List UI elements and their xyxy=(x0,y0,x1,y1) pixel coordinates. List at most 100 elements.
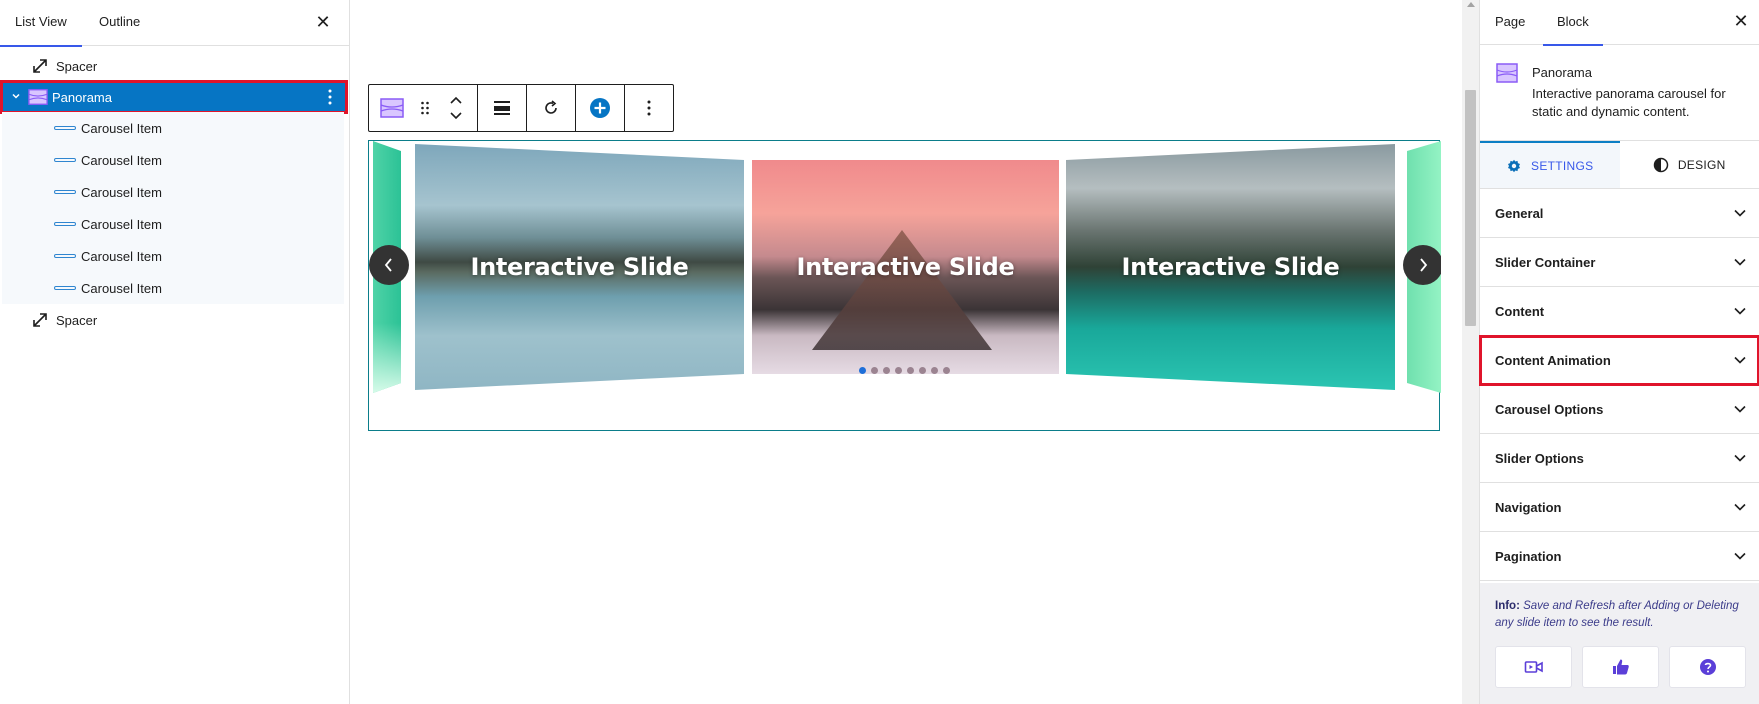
tab-settings[interactable]: SETTINGS xyxy=(1480,141,1620,188)
chevron-right-icon xyxy=(1420,258,1428,272)
carousel-item-icon xyxy=(54,126,76,130)
toolbar-group-refresh xyxy=(527,85,576,131)
panel-title: Slider Options xyxy=(1495,450,1584,466)
slide-title: Interactive Slide xyxy=(796,253,1015,281)
carousel-item-icon xyxy=(54,222,76,226)
carousel-item-icon xyxy=(54,254,76,258)
close-icon[interactable]: ✕ xyxy=(313,12,333,32)
chevron-down-icon xyxy=(1734,356,1746,364)
pagination-dot[interactable] xyxy=(859,367,866,374)
panel-slider-options[interactable]: Slider Options xyxy=(1480,434,1759,483)
list-item-carousel-item[interactable]: Carousel Item xyxy=(2,240,344,272)
panorama-block-icon xyxy=(1496,63,1518,83)
add-item-icon[interactable] xyxy=(576,85,624,131)
chevron-down-icon xyxy=(1734,503,1746,511)
more-options-icon[interactable] xyxy=(324,88,336,106)
panorama-block-icon[interactable] xyxy=(369,85,415,131)
list-item-spacer[interactable]: Spacer xyxy=(0,50,350,82)
panel-slider-container[interactable]: Slider Container xyxy=(1480,238,1759,287)
chevron-left-icon xyxy=(384,258,392,272)
tab-settings-label: SETTINGS xyxy=(1531,158,1594,173)
panel-title: Pagination xyxy=(1495,548,1562,564)
info-message: Save and Refresh after Adding or Deletin… xyxy=(1495,600,1739,629)
pagination-dot[interactable] xyxy=(883,367,890,374)
list-item-label: Spacer xyxy=(56,312,98,328)
list-item-label: Carousel Item xyxy=(81,184,162,200)
block-title: Panorama xyxy=(1532,65,1592,80)
list-item-carousel-item[interactable]: Carousel Item xyxy=(2,208,344,240)
carousel-item-icon xyxy=(54,286,76,290)
block-tree: Spacer Panorama Carousel Item Carousel I… xyxy=(0,50,350,336)
scroll-up-icon[interactable] xyxy=(1467,2,1475,7)
panel-navigation[interactable]: Navigation xyxy=(1480,483,1759,532)
pagination-dot[interactable] xyxy=(931,367,938,374)
carousel-item-icon xyxy=(54,190,76,194)
chevron-down-icon xyxy=(1734,405,1746,413)
chevron-down-icon xyxy=(1734,454,1746,462)
tab-page[interactable]: Page xyxy=(1495,0,1525,45)
tab-outline[interactable]: Outline xyxy=(99,0,140,46)
help-button[interactable] xyxy=(1669,646,1746,688)
toolbar-group-more xyxy=(625,85,673,131)
list-item-carousel-item[interactable]: Carousel Item xyxy=(2,176,344,208)
editor-canvas: Interactive Slide Interactive Slide Inte… xyxy=(350,0,1462,704)
panel-general[interactable]: General xyxy=(1480,189,1759,238)
panel-title: Content Animation xyxy=(1495,352,1611,368)
move-up-down-icon[interactable] xyxy=(435,85,477,131)
list-item-carousel-item[interactable]: Carousel Item xyxy=(2,144,344,176)
panel-title: Slider Container xyxy=(1495,254,1596,270)
panel-title: Content xyxy=(1495,303,1545,319)
list-item-label: Carousel Item xyxy=(81,280,162,296)
tab-design[interactable]: DESIGN xyxy=(1620,141,1759,188)
close-icon[interactable]: ✕ xyxy=(1731,11,1751,31)
panel-content[interactable]: Content xyxy=(1480,287,1759,336)
panel-content-animation[interactable]: Content Animation xyxy=(1479,335,1759,386)
drag-handle-icon[interactable] xyxy=(415,85,435,131)
pagination-dot[interactable] xyxy=(907,367,914,374)
scrollbar-thumb[interactable] xyxy=(1465,90,1476,326)
list-item-label: Panorama xyxy=(52,89,112,105)
list-item-label: Carousel Item xyxy=(81,152,162,168)
pagination-dot[interactable] xyxy=(943,367,950,374)
panel-title: General xyxy=(1495,205,1544,221)
panel-pagination[interactable]: Pagination xyxy=(1480,532,1759,581)
tab-list-view[interactable]: List View xyxy=(0,0,82,47)
prev-slide-button[interactable] xyxy=(369,245,409,285)
list-item-label: Carousel Item xyxy=(81,120,162,136)
tab-block[interactable]: Block xyxy=(1543,0,1603,46)
rate-plugin-button[interactable] xyxy=(1582,646,1659,688)
list-item-carousel-item[interactable]: Carousel Item xyxy=(2,112,344,144)
refresh-icon[interactable] xyxy=(527,85,575,131)
carousel-slide[interactable]: Interactive Slide xyxy=(415,144,744,390)
mountain-image xyxy=(812,230,992,350)
chevron-down-icon[interactable] xyxy=(8,91,24,104)
list-view-panel: List View Outline ✕ Spacer Panorama Caro… xyxy=(0,0,350,704)
video-tutorial-button[interactable] xyxy=(1495,646,1572,688)
panorama-block[interactable]: Interactive Slide Interactive Slide Inte… xyxy=(368,140,1441,431)
thumbs-up-icon xyxy=(1612,659,1629,675)
pagination-dot[interactable] xyxy=(895,367,902,374)
panel-title: Navigation xyxy=(1495,499,1562,515)
block-toolbar xyxy=(368,84,674,132)
next-slide-button[interactable] xyxy=(1403,245,1441,285)
list-item-panorama[interactable]: Panorama xyxy=(0,80,348,114)
list-item-carousel-item[interactable]: Carousel Item xyxy=(2,272,344,304)
sidebar-tabs: Page Block ✕ xyxy=(1480,0,1759,46)
carousel-slide[interactable]: Interactive Slide xyxy=(752,160,1059,374)
settings-sidebar: Page Block ✕ Panorama Interactive panora… xyxy=(1479,0,1759,704)
info-box: Info: Save and Refresh after Adding or D… xyxy=(1480,583,1759,704)
carousel-item-icon xyxy=(54,158,76,162)
panel-carousel-options[interactable]: Carousel Options xyxy=(1480,385,1759,434)
list-item-spacer[interactable]: Spacer xyxy=(0,304,350,336)
chevron-down-icon xyxy=(1734,307,1746,315)
align-icon[interactable] xyxy=(478,85,526,131)
canvas-scrollbar[interactable] xyxy=(1462,0,1479,704)
contrast-icon xyxy=(1653,157,1669,172)
slide-title: Interactive Slide xyxy=(1121,253,1340,281)
video-icon xyxy=(1524,661,1543,673)
carousel-slide[interactable]: Interactive Slide xyxy=(1066,144,1395,390)
pagination-dot[interactable] xyxy=(919,367,926,374)
tab-design-label: DESIGN xyxy=(1677,157,1726,172)
pagination-dot[interactable] xyxy=(871,367,878,374)
more-options-icon[interactable] xyxy=(625,85,673,131)
